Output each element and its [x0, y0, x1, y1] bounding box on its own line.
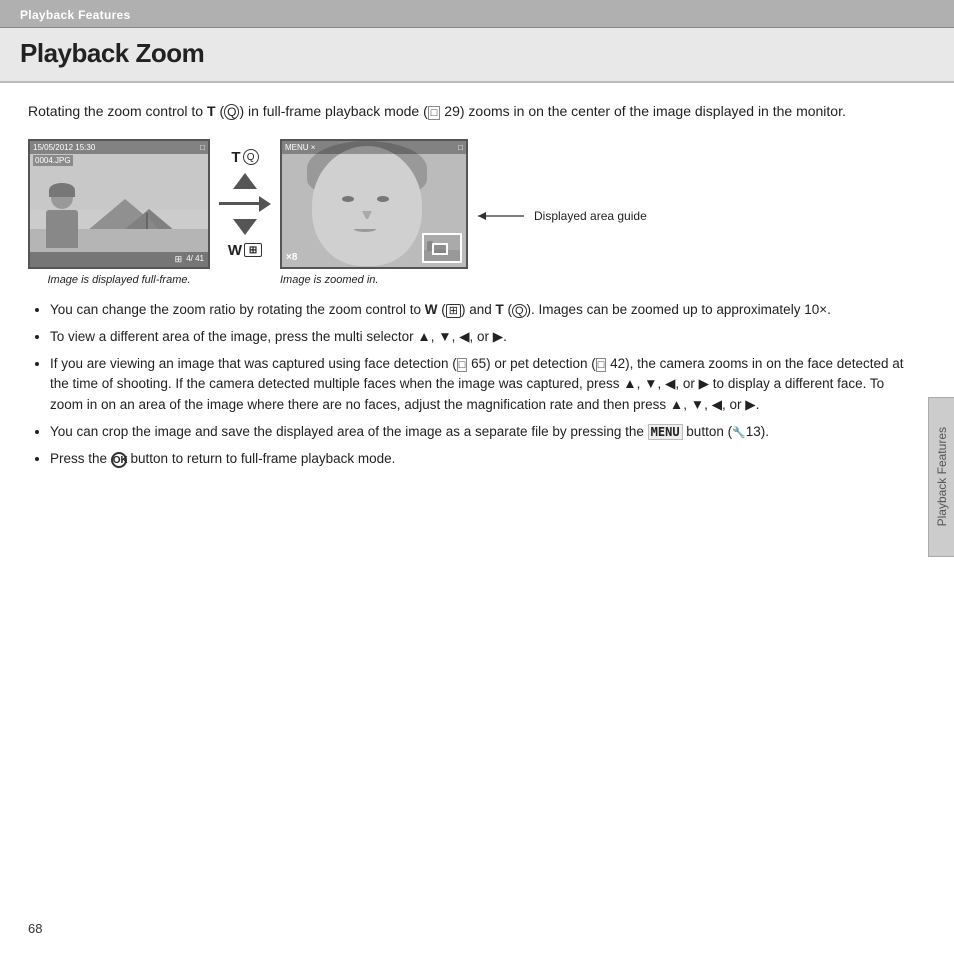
side-tab-label: Playback Features — [935, 427, 949, 526]
screen-thumbnail — [422, 233, 462, 263]
right-screen-caption: Image is zoomed in. — [280, 274, 378, 286]
main-content: Rotating the zoom control to T (Q) in fu… — [0, 83, 954, 494]
left-screen-container: 15/05/2012 15:30 □ 0004.JPG ⊞ 4/ 41 Imag… — [28, 139, 210, 286]
diagram-area: 15/05/2012 15:30 □ 0004.JPG ⊞ 4/ 41 Imag… — [28, 139, 926, 286]
face-nose — [362, 211, 372, 219]
displayed-area-label-row: Displayed area guide — [478, 209, 647, 223]
left-camera-screen: 15/05/2012 15:30 □ 0004.JPG ⊞ 4/ 41 — [28, 139, 210, 269]
right-screen-container: MENU × □ ×8 Image is zoo — [280, 139, 468, 286]
zoomed-camera-screen: MENU × □ ×8 — [280, 139, 468, 269]
zoom-indicator: ×8 — [286, 252, 297, 263]
screen-bottom-bar: ⊞ 4/ 41 — [30, 252, 208, 267]
bullet-item-2: To view a different area of the image, p… — [50, 327, 910, 348]
zoom-control-block: T Q W ⊞ — [210, 139, 280, 259]
main-arrow-right — [219, 196, 271, 212]
screen-info-bar: 15/05/2012 15:30 □ — [30, 141, 208, 154]
bullet-item-3: If you are viewing an image that was cap… — [50, 354, 910, 417]
section-header: Playback Features — [0, 0, 954, 28]
page-number: 68 — [28, 921, 42, 936]
intro-text: Rotating the zoom control to T (Q) in fu… — [28, 101, 878, 123]
left-screen-caption: Image is displayed full-frame. — [47, 274, 190, 286]
bullet-item-1: You can change the zoom ratio by rotatin… — [50, 300, 910, 321]
bullet-item-4: You can crop the image and save the disp… — [50, 422, 910, 443]
zoom-w-icon: ⊞ — [244, 243, 262, 257]
thumb-highlight — [432, 243, 448, 255]
page-title: Playback Zoom — [20, 38, 204, 68]
zoom-t-icon: Q — [243, 149, 259, 165]
face-mouth — [354, 226, 376, 232]
arrow-down — [233, 219, 257, 235]
arrow-up — [233, 173, 257, 189]
face-eye-left — [342, 196, 354, 202]
displayed-area-text: Displayed area guide — [534, 209, 647, 223]
face-head — [312, 146, 422, 266]
bullet-item-5: Press the OK button to return to full-fr… — [50, 449, 910, 470]
displayed-area-section: Displayed area guide — [478, 209, 647, 223]
zoomed-screen-info: MENU × □ — [282, 141, 466, 154]
zoom-w-label: W ⊞ — [228, 242, 262, 259]
section-title: Playback Features — [20, 8, 131, 22]
zoom-t-label: T Q — [231, 149, 258, 166]
bullet-list: You can change the zoom ratio by rotatin… — [28, 300, 926, 470]
face-eye-right — [377, 196, 389, 202]
side-tab: Playback Features — [928, 397, 954, 557]
screen-filename: 0004.JPG — [33, 155, 73, 166]
page-title-bar: Playback Zoom — [0, 28, 954, 83]
guide-line — [478, 209, 528, 223]
